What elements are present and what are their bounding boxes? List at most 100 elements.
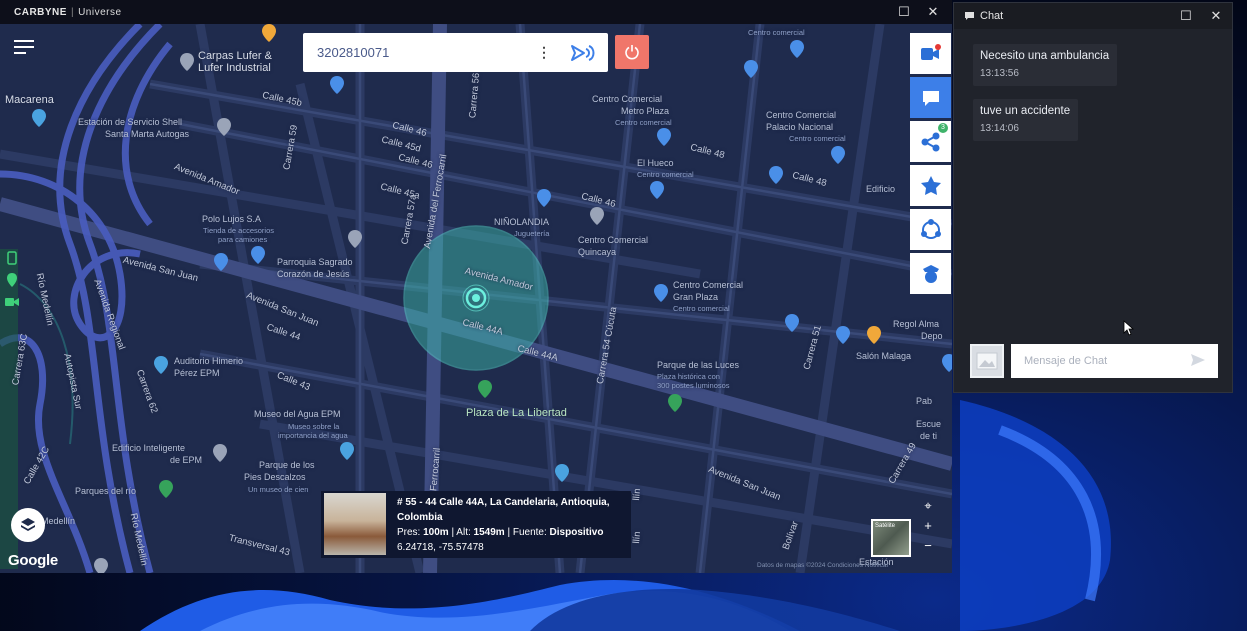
officer-button[interactable] [910, 253, 951, 294]
poi-pin-icon[interactable] [262, 24, 276, 42]
contacts-button[interactable] [910, 209, 951, 250]
map-label: Centro Comercial [673, 280, 744, 290]
app-product: Universe [78, 6, 122, 18]
close-button[interactable]: ✕ [925, 4, 941, 20]
poi-pin-icon[interactable] [154, 356, 168, 374]
map-label: Edificio [866, 184, 896, 194]
map-label: Depo [921, 331, 943, 341]
poi-pin-icon[interactable] [180, 53, 194, 71]
poi-pin-icon[interactable] [213, 444, 227, 462]
send-icon[interactable] [1190, 353, 1206, 367]
poi-pin-icon[interactable] [330, 76, 344, 94]
poi-pin-icon[interactable] [831, 146, 845, 164]
poi-pin-icon[interactable] [785, 314, 799, 332]
google-logo: Google [8, 552, 58, 569]
maximize-button[interactable]: ☐ [896, 4, 912, 20]
end-session-button[interactable] [615, 35, 649, 69]
map-label: de ti [920, 431, 938, 441]
police-button[interactable] [910, 165, 951, 206]
map-label: Polo Lujos S.A [202, 214, 262, 224]
mouse-cursor [1123, 320, 1135, 336]
zoom-controls: ⌖ + − [918, 496, 938, 556]
video-icon[interactable] [4, 291, 20, 313]
chat-button[interactable] [910, 77, 951, 118]
app-title: CARBYNE | Universe [14, 6, 122, 18]
poi-pin-icon[interactable] [94, 558, 108, 573]
poi-pin-icon[interactable] [32, 109, 46, 127]
attach-image-button[interactable] [970, 343, 1004, 378]
poi-pin-icon[interactable] [348, 230, 362, 248]
share-icon [921, 132, 939, 151]
chat-icon [922, 90, 939, 106]
phone-search-bar[interactable]: 3202810071 ⋮ [303, 33, 608, 72]
poi-pin-icon[interactable] [942, 354, 952, 372]
location-icon[interactable] [4, 269, 20, 291]
poi-pin-icon[interactable] [867, 326, 881, 344]
map-label: Centro comercial [748, 28, 805, 37]
poi-pin-icon[interactable] [159, 480, 173, 498]
share-button[interactable]: 3 [910, 121, 951, 162]
poi-pin-icon[interactable] [657, 128, 671, 146]
map-label: Estación de Servicio Shell [78, 117, 183, 127]
map-label: llín [631, 487, 644, 502]
poi-pin-icon[interactable] [537, 189, 551, 207]
chat-message: tuve un accidente 13:14:06 [973, 99, 1079, 141]
coordinates: 6.24718, -75.57478 [397, 542, 484, 553]
map-label: Santa Marta Autogas [105, 129, 190, 139]
map-layers-button[interactable] [11, 508, 45, 542]
map-label: Carpas Lufer & [198, 50, 272, 62]
recenter-icon[interactable]: ⌖ [918, 496, 938, 516]
poi-pin-icon[interactable] [478, 380, 492, 398]
layers-icon [21, 518, 35, 531]
contacts-icon [920, 218, 941, 239]
zoom-in-button[interactable]: + [918, 516, 938, 536]
map-label: para camiones [218, 235, 268, 244]
map-label: Centro comercial [673, 304, 730, 313]
chat-close-button[interactable]: ✕ [1208, 8, 1224, 24]
poi-pin-icon[interactable] [217, 118, 231, 136]
app-logo-text: CARBYNE [14, 6, 67, 18]
poi-pin-icon[interactable] [668, 394, 682, 412]
poi-pin-icon[interactable] [590, 207, 604, 225]
accuracy-line: Pres: 100m | Alt: 1549m | Fuente: Dispos… [397, 527, 604, 538]
poi-pin-icon[interactable] [790, 40, 804, 58]
location-info-card[interactable]: # 55 - 44 Calle 44A, La Candelaria, Anti… [321, 491, 631, 558]
poi-pin-icon[interactable] [555, 464, 569, 482]
map-label: Parroquia Sagrado [277, 257, 353, 267]
map-label: Parque de las Luces [657, 360, 740, 370]
map-label: importancia del agua [278, 431, 348, 440]
map-label: Escue [916, 419, 942, 429]
phone-icon[interactable] [4, 247, 20, 269]
callback-icon[interactable] [570, 43, 596, 63]
poi-pin-icon[interactable] [744, 60, 758, 78]
zoom-out-button[interactable]: − [918, 536, 938, 556]
map-label: Centro comercial [637, 170, 694, 179]
map-label: Centro comercial [615, 118, 672, 127]
phone-number[interactable]: 3202810071 [317, 45, 534, 60]
more-options-icon[interactable]: ⋮ [534, 44, 554, 61]
share-count-badge: 3 [938, 123, 948, 133]
chat-window-icon [965, 12, 974, 20]
chat-maximize-button[interactable]: ☐ [1178, 8, 1194, 24]
map-label: Tienda de accesorios [203, 226, 275, 235]
poi-pin-icon[interactable] [251, 246, 265, 264]
menu-icon[interactable] [14, 40, 34, 56]
chat-window: Chat ☐ ✕ Necesito una ambulancia 13:13:5… [953, 2, 1233, 393]
poi-pin-icon[interactable] [769, 166, 783, 184]
chat-input-row [970, 343, 1220, 378]
chat-message-input[interactable] [1011, 343, 1218, 378]
map-attribution: Datos de mapas ©2024 Condiciones Notific… [757, 562, 889, 569]
power-icon [625, 45, 639, 60]
poi-pin-icon[interactable] [214, 253, 228, 271]
satellite-toggle[interactable]: Satélite [871, 519, 911, 557]
video-call-button[interactable] [910, 33, 951, 74]
poi-pin-icon[interactable] [650, 181, 664, 199]
poi-pin-icon[interactable] [340, 442, 354, 460]
poi-pin-icon[interactable] [654, 284, 668, 302]
officer-icon [922, 264, 939, 283]
poi-pin-icon[interactable] [836, 326, 850, 344]
street-view-thumbnail[interactable] [324, 493, 386, 555]
map-label: Pies Descalzos [244, 472, 306, 482]
chat-titlebar: Chat ☐ ✕ [954, 3, 1232, 29]
map-label: NIÑOLANDIA [494, 217, 550, 227]
